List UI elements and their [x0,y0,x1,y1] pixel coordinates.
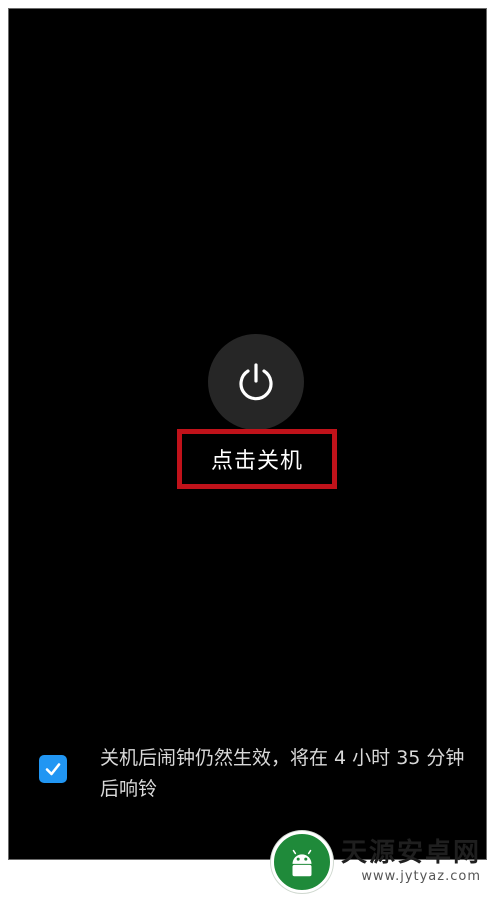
power-off-label-highlight[interactable]: 点击关机 [177,429,337,489]
watermark-url: www.jytyaz.com [361,869,481,884]
checkmark-icon [45,763,61,776]
power-icon [239,363,273,401]
alarm-checkbox[interactable] [39,755,67,783]
phone-screen: 点击关机 关机后闹钟仍然生效，将在 4 小时 35 分钟后响铃 [8,8,487,860]
page: 点击关机 关机后闹钟仍然生效，将在 4 小时 35 分钟后响铃 天源安卓网 ww… [0,0,493,897]
android-logo-icon [270,831,333,893]
power-off-label: 点击关机 [210,449,303,474]
watermark-text: 天源安卓网 www.jytyaz.com [341,838,481,886]
alarm-notice-row: 关机后闹钟仍然生效，将在 4 小时 35 分钟后响铃 [39,743,479,805]
alarm-notice-text: 关机后闹钟仍然生效，将在 4 小时 35 分钟后响铃 [100,747,465,800]
watermark: 天源安卓网 www.jytyaz.com [270,831,481,893]
power-off-button[interactable] [208,334,304,430]
watermark-title: 天源安卓网 [340,838,481,868]
